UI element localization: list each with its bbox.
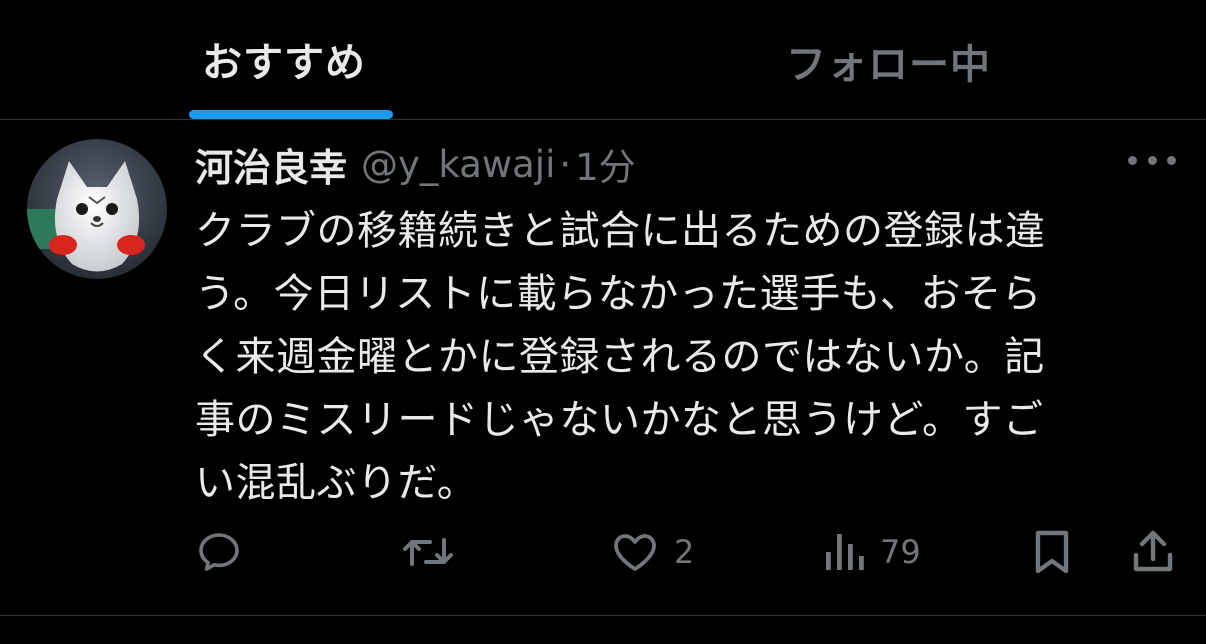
post[interactable]: 河治良幸 @y_kawaji · 1分 クラブの移籍続きと試合に出るための登録は…: [0, 120, 1206, 616]
post-text-line: クラブの移籍続きと試合に出るための登録は違: [195, 208, 1046, 254]
user-handle[interactable]: @y_kawaji: [361, 143, 555, 186]
tab-recommended-label: おすすめ: [202, 40, 366, 86]
like-button[interactable]: 2: [610, 522, 694, 582]
like-count: 2: [674, 533, 695, 571]
heart-icon: [614, 534, 656, 571]
header-separator: ·: [559, 142, 572, 186]
post-text-line: い混乱ぶりだ。: [195, 460, 478, 506]
timeline-tabs: おすすめ フォロー中: [0, 0, 1206, 120]
display-name[interactable]: 河治良幸: [195, 137, 347, 192]
post-timestamp[interactable]: 1分: [575, 137, 636, 191]
reply-icon: [199, 533, 239, 571]
tab-recommended[interactable]: おすすめ: [0, 0, 603, 119]
more-icon[interactable]: [1128, 150, 1176, 170]
tab-following-label: フォロー中: [786, 42, 991, 88]
avatar-image: [27, 139, 167, 279]
bookmark-icon: [1035, 530, 1069, 574]
views-button[interactable]: 79: [822, 522, 921, 582]
views-icon: [826, 534, 864, 570]
repost-button[interactable]: [400, 522, 456, 582]
bookmark-button[interactable]: [1030, 522, 1074, 582]
share-icon: [1133, 530, 1173, 572]
active-tab-indicator: [189, 110, 393, 119]
post-actions: 2 79: [0, 522, 1206, 582]
repost-icon: [403, 538, 453, 566]
avatar[interactable]: [27, 139, 167, 279]
post-header: 河治良幸 @y_kawaji · 1分: [195, 136, 636, 192]
post-text-line: う。今日リストに載らなかった選手も、おそら: [195, 271, 1042, 317]
post-text-line: く来週金曜とかに登録されるのではないか。記: [195, 334, 1045, 380]
view-count: 79: [880, 533, 921, 571]
reply-button[interactable]: [195, 522, 243, 582]
timeline: おすすめ フォロー中 河治良幸 @y_kawaji · 1分 クラブの移籍続きと…: [0, 0, 1206, 644]
tab-following[interactable]: フォロー中: [603, 0, 1206, 119]
post-text-line: 事のミスリードじゃないかなと思うけど。すご: [195, 397, 1044, 443]
share-button[interactable]: [1130, 522, 1176, 582]
post-text: クラブの移籍続きと試合に出るための登録は違 う。今日リストに載らなかった選手も、…: [195, 200, 1145, 515]
